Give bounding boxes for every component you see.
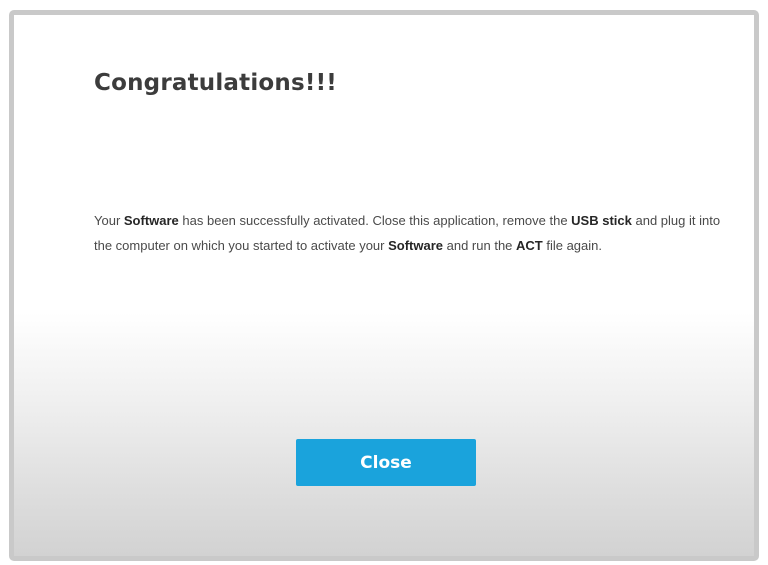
message-text-5: file again. <box>542 238 602 253</box>
message-bold-usb-stick: USB stick <box>571 213 632 228</box>
message-text-4: and run the <box>443 238 517 253</box>
dialog-title: Congratulations!!! <box>94 70 337 96</box>
dialog-message: Your Software has been successfully acti… <box>94 208 734 258</box>
message-bold-software-2: Software <box>388 238 444 253</box>
close-button[interactable]: Close <box>296 439 476 486</box>
activation-success-dialog: Congratulations!!! Your Software has bee… <box>9 10 759 561</box>
message-text-2: has been successfully activated. Close t… <box>178 213 572 228</box>
message-bold-software: Software <box>123 213 179 228</box>
message-text-1: Your <box>94 213 124 228</box>
message-bold-act: ACT <box>516 238 543 253</box>
